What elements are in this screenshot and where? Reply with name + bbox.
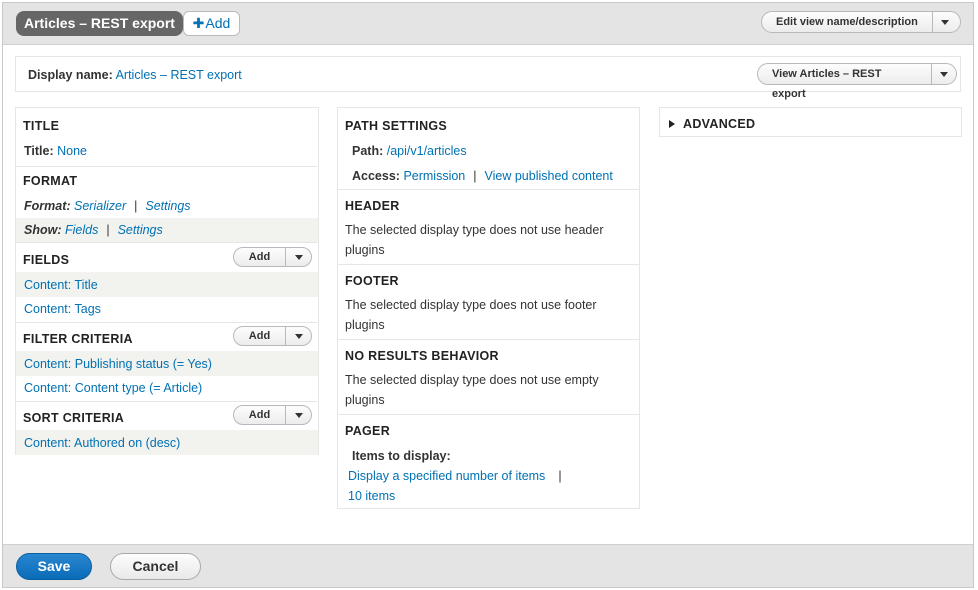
views-ui-frame: Articles – REST export ✚Add Edit view na…: [2, 2, 974, 588]
edit-view-name-dropbutton[interactable]: Edit view name/description: [761, 11, 961, 33]
column-advanced: ADVANCED: [659, 107, 962, 137]
title-label: Title:: [24, 144, 54, 158]
separator: |: [106, 223, 110, 237]
section-fields-heading: FIELDS: [23, 253, 70, 267]
access-label: Access:: [352, 169, 400, 183]
separator: |: [473, 169, 477, 183]
chevron-down-icon: [294, 254, 303, 260]
display-name-label: Display name:: [28, 68, 113, 82]
chevron-down-icon: [294, 412, 303, 418]
field-tags-link[interactable]: Content: Tags: [24, 302, 101, 316]
chevron-down-icon: [940, 71, 949, 77]
list-item[interactable]: Content: Title: [24, 278, 98, 292]
chevron-right-icon: [669, 120, 675, 128]
view-display-dropbutton[interactable]: View Articles – REST export: [757, 63, 957, 100]
display-tab-rest-export[interactable]: Articles – REST export: [16, 11, 183, 36]
save-button[interactable]: Save: [16, 553, 92, 580]
separator: |: [558, 469, 562, 483]
divider: [338, 189, 639, 190]
pager-count-link[interactable]: 10 items: [348, 489, 395, 503]
format-serializer-link[interactable]: Serializer: [74, 199, 126, 213]
divider: [16, 401, 317, 402]
access-view-published-link[interactable]: View published content: [485, 169, 613, 183]
view-display-button[interactable]: View Articles – REST export: [758, 64, 933, 100]
path-value-link[interactable]: /api/v1/articles: [387, 144, 467, 158]
header-description: The selected display type does not use h…: [345, 223, 604, 257]
display-tabs-bar: Articles – REST export ✚Add Edit view na…: [3, 3, 973, 45]
format-setting: Format: Serializer | Settings: [24, 199, 191, 213]
sort-add-button[interactable]: Add: [234, 406, 286, 424]
sort-authored-link[interactable]: Content: Authored on (desc): [24, 436, 180, 450]
no-results-description: The selected display type does not use e…: [345, 373, 599, 407]
list-item[interactable]: Content: Content type (= Article): [24, 381, 202, 395]
footer-description: The selected display type does not use f…: [345, 298, 597, 332]
show-fields-link[interactable]: Fields: [65, 223, 98, 237]
section-sort-heading: SORT CRITERIA: [23, 411, 125, 425]
form-actions: Save Cancel: [3, 544, 973, 587]
dropdown-toggle[interactable]: [286, 248, 311, 266]
list-item[interactable]: Content: Tags: [24, 302, 101, 316]
dropdown-toggle[interactable]: [933, 12, 957, 32]
filter-add-dropbutton[interactable]: Add: [233, 326, 312, 346]
field-title-link[interactable]: Content: Title: [24, 278, 98, 292]
cancel-button[interactable]: Cancel: [110, 553, 201, 580]
pager-mode-link[interactable]: Display a specified number of items: [348, 469, 545, 483]
show-settings-link[interactable]: Settings: [118, 223, 163, 237]
chevron-down-icon: [940, 19, 949, 25]
separator: |: [134, 199, 138, 213]
divider: [16, 242, 317, 243]
list-item[interactable]: Content: Authored on (desc): [24, 436, 180, 450]
section-path-heading: PATH SETTINGS: [345, 119, 448, 133]
divider: [16, 166, 317, 167]
dropdown-toggle[interactable]: [286, 327, 311, 345]
add-display-button[interactable]: ✚Add: [183, 11, 240, 36]
divider: [16, 322, 317, 323]
section-filter-heading: FILTER CRITERIA: [23, 332, 133, 346]
column-settings: PATH SETTINGS Path: /api/v1/articles Acc…: [337, 107, 640, 509]
section-title-heading: TITLE: [23, 119, 60, 133]
sort-add-dropbutton[interactable]: Add: [233, 405, 312, 425]
access-setting: Access: Permission | View published conten…: [352, 169, 613, 183]
section-header-heading: HEADER: [345, 199, 400, 213]
advanced-toggle[interactable]: ADVANCED: [669, 117, 755, 131]
divider: [338, 339, 639, 340]
show-label: Show:: [24, 223, 62, 237]
title-setting: Title: None: [24, 144, 87, 158]
chevron-down-icon: [294, 333, 303, 339]
path-setting: Path: /api/v1/articles: [352, 144, 467, 158]
filter-add-button[interactable]: Add: [234, 327, 286, 345]
dropdown-toggle[interactable]: [932, 64, 956, 84]
add-display-label: Add: [205, 15, 231, 31]
pager-items-label: Items to display:: [352, 449, 451, 463]
display-name-text: Display name: Articles – REST export: [28, 68, 242, 82]
filter-published-link[interactable]: Content: Publishing status (= Yes): [24, 357, 212, 371]
divider: [338, 414, 639, 415]
pager-count: 10 items: [348, 489, 395, 503]
dropdown-toggle[interactable]: [286, 406, 311, 424]
title-value-link[interactable]: None: [57, 144, 87, 158]
list-item[interactable]: Content: Publishing status (= Yes): [24, 357, 212, 371]
fields-add-dropbutton[interactable]: Add: [233, 247, 312, 267]
access-permission-link[interactable]: Permission: [403, 169, 465, 183]
section-footer-heading: FOOTER: [345, 274, 399, 288]
column-main: TITLE Title: None FORMAT Format: Seriali…: [15, 107, 319, 455]
plus-icon: ✚: [192, 15, 205, 31]
format-settings-link[interactable]: Settings: [145, 199, 190, 213]
section-no-results-heading: NO RESULTS BEHAVIOR: [345, 349, 499, 363]
section-pager-heading: PAGER: [345, 424, 391, 438]
path-label: Path:: [352, 144, 384, 158]
divider: [338, 264, 639, 265]
pager-mode: Display a specified number of items |: [348, 469, 570, 483]
fields-add-button[interactable]: Add: [234, 248, 286, 266]
format-label: Format:: [24, 199, 71, 213]
display-name-link[interactable]: Articles – REST export: [116, 68, 242, 82]
show-setting: Show: Fields | Settings: [24, 223, 163, 237]
filter-content-type-link[interactable]: Content: Content type (= Article): [24, 381, 202, 395]
section-format-heading: FORMAT: [23, 174, 78, 188]
advanced-label: ADVANCED: [683, 117, 756, 131]
display-name-row: Display name: Articles – REST export Vie…: [15, 56, 961, 100]
edit-view-name-button[interactable]: Edit view name/description: [762, 12, 933, 32]
